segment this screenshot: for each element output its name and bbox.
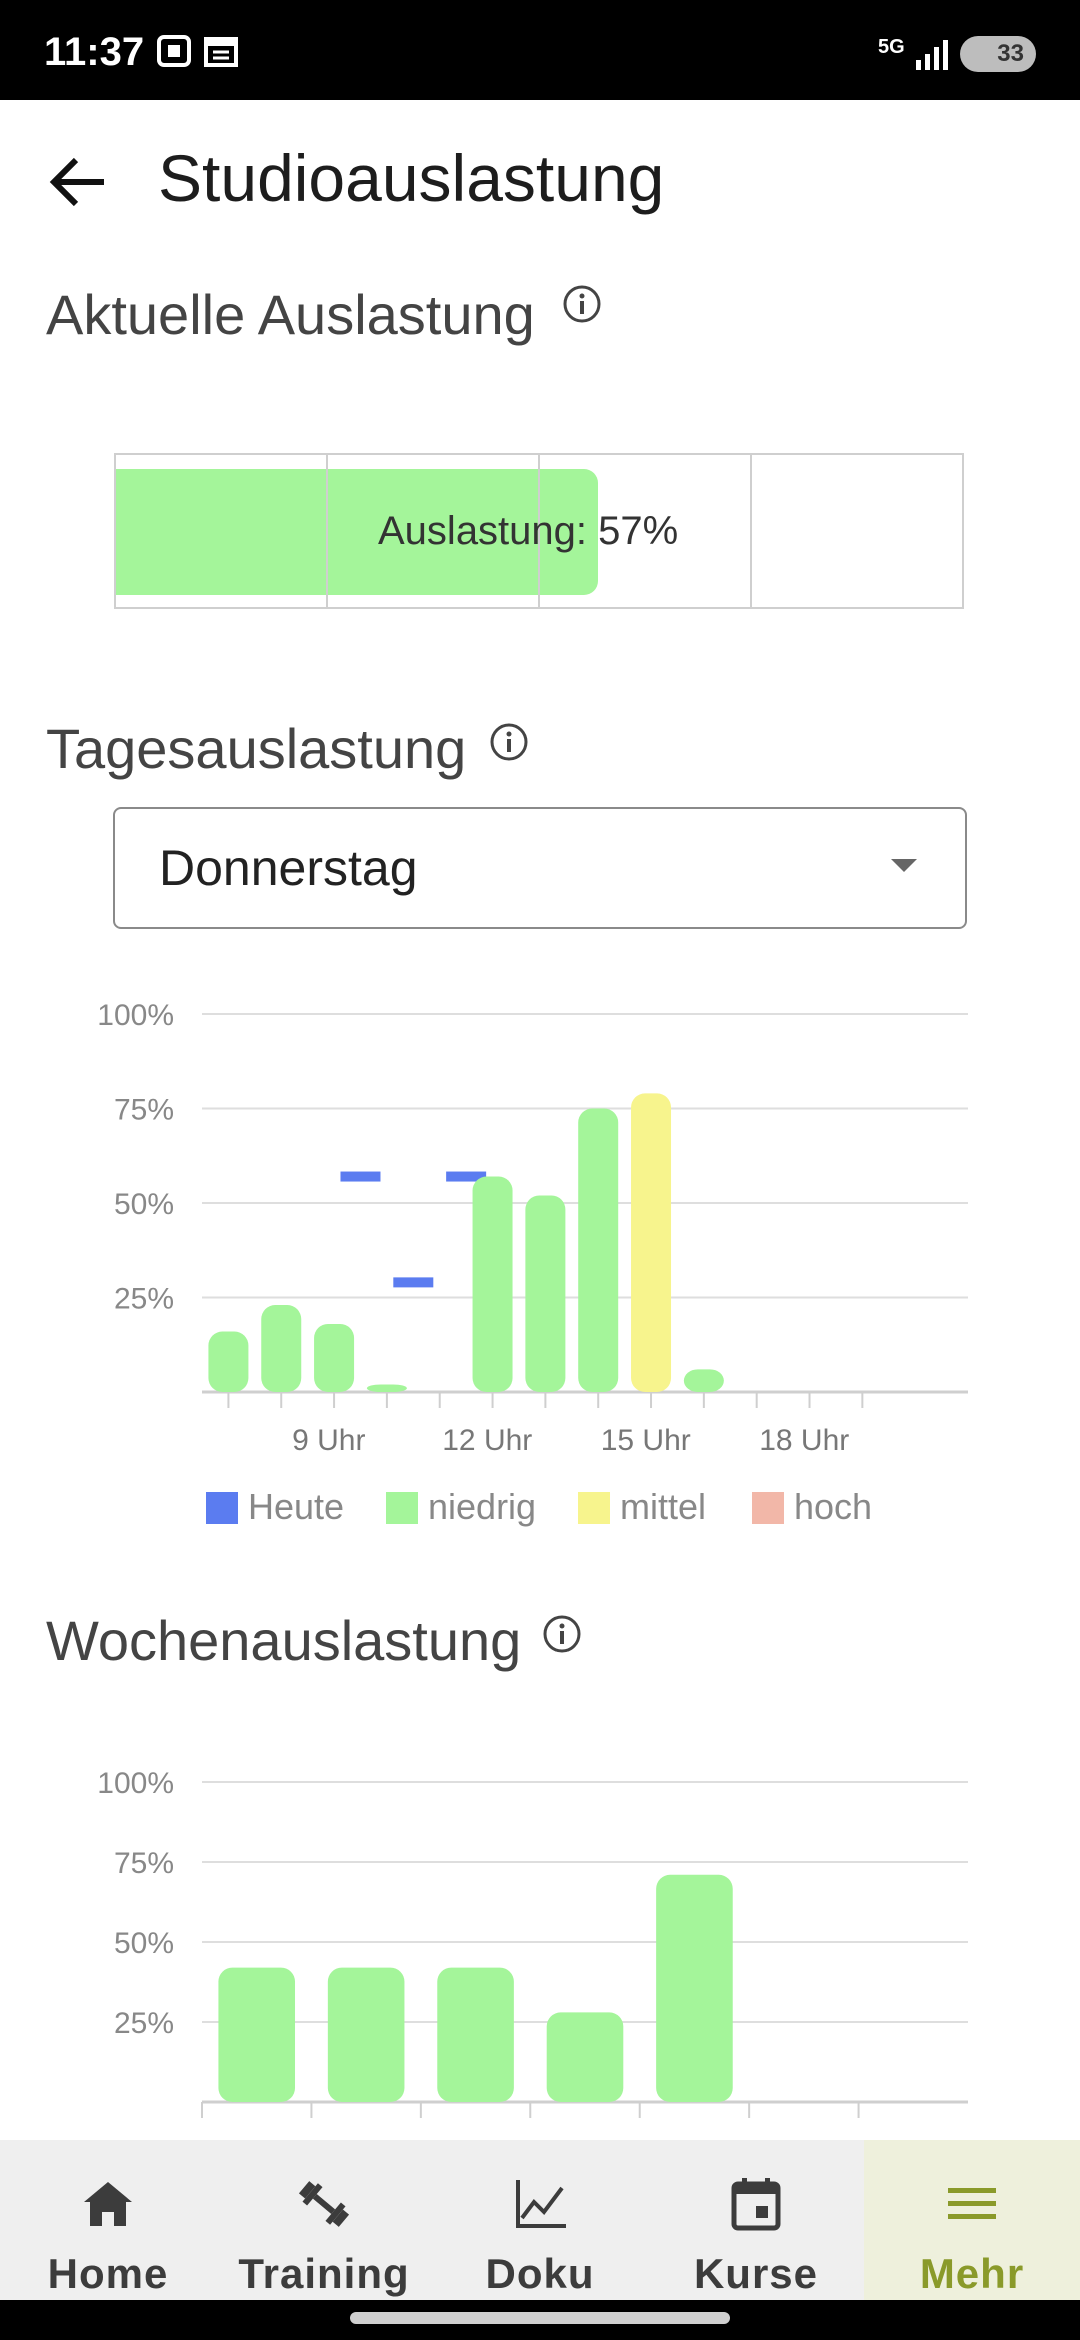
system-navigation-bar <box>0 2300 1080 2340</box>
legend-swatch <box>578 1492 610 1524</box>
weekly-bar <box>437 1967 514 2102</box>
legend-label: hoch <box>794 1486 872 1527</box>
y-tick-label: 75% <box>114 1094 174 1127</box>
daily-bar <box>366 1384 407 1392</box>
legend-swatch <box>386 1492 418 1524</box>
status-time: 11:37 <box>44 30 145 74</box>
x-tick-label: 9 Uhr <box>292 1424 365 1457</box>
dumbbell-icon <box>298 2181 350 2227</box>
menu-icon <box>948 2188 996 2219</box>
signal-icon <box>914 38 950 77</box>
weekly-occupancy-info-icon[interactable] <box>542 1614 582 1654</box>
weekly-bar <box>327 1967 405 2102</box>
nav-kurse[interactable]: Kurse <box>648 2140 864 2300</box>
occupancy-gridline <box>326 455 328 607</box>
dropdown-arrow-icon <box>891 859 917 872</box>
occupancy-gridline <box>750 455 752 607</box>
current-occupancy-title: Aktuelle Auslastung <box>46 283 535 346</box>
battery-icon: 33 <box>960 36 1036 72</box>
page-title: Studioauslastung <box>158 141 665 215</box>
legend-label: Heute <box>248 1486 344 1527</box>
daily-bar <box>261 1305 302 1392</box>
weekly-bar <box>218 1967 296 2102</box>
nav-home[interactable]: Home <box>0 2140 216 2300</box>
daily-bar <box>208 1331 249 1392</box>
day-select[interactable]: Donnerstag <box>113 807 967 929</box>
daily-bar <box>314 1323 355 1392</box>
nav-mehr[interactable]: Mehr <box>864 2140 1080 2300</box>
nav-doku[interactable]: Doku <box>432 2140 648 2300</box>
home-icon <box>84 2182 132 2226</box>
app-bar: Studioauslastung <box>0 100 1080 260</box>
arrow-left-icon <box>49 157 104 207</box>
daily-occupancy-chart: 100% 75% 50% 25% 9 Uhr 12 Uhr 15 Uhr 18 Uhr Heut… <box>97 999 968 1527</box>
y-tick-label: 50% <box>114 1188 174 1221</box>
nav-training[interactable]: Training <box>216 2140 432 2300</box>
weekly-occupancy-chart: 100% 75% 50% 25% <box>97 1767 968 2118</box>
legend-label: mittel <box>620 1486 706 1527</box>
x-tick-label: 12 Uhr <box>442 1424 532 1457</box>
legend-swatch <box>206 1492 238 1524</box>
y-tick-label: 50% <box>114 1927 174 1960</box>
daily-bar <box>578 1108 619 1392</box>
daily-bar <box>525 1195 566 1392</box>
daily-occupancy-info-icon[interactable] <box>489 722 529 762</box>
y-tick-label: 100% <box>97 1767 174 1800</box>
legend-swatch <box>752 1492 784 1524</box>
x-tick-label: 15 Uhr <box>601 1424 691 1457</box>
weekly-occupancy-title: Wochenauslastung <box>46 1609 522 1672</box>
calendar-icon <box>204 34 238 73</box>
y-tick-label: 25% <box>114 2007 174 2040</box>
bottom-navigation: Home Training Doku Kurse Mehr <box>0 2140 1080 2300</box>
back-button[interactable] <box>40 142 120 222</box>
daily-bar <box>683 1369 724 1392</box>
today-marker <box>393 1277 434 1288</box>
screenshot-icon <box>156 34 192 73</box>
legend-label: niedrig <box>428 1486 536 1527</box>
weekly-bar <box>656 1874 733 2102</box>
today-marker <box>340 1171 381 1182</box>
gesture-handle[interactable] <box>350 2312 730 2324</box>
calendar-event-icon <box>731 2178 781 2231</box>
network-5g-icon: 5G <box>878 36 905 58</box>
status-bar: 11:37 5G 33 <box>0 0 1080 100</box>
y-tick-label: 25% <box>114 1283 174 1316</box>
current-occupancy-label: Auslastung: 57% <box>378 509 679 553</box>
x-tick-label: 18 Uhr <box>759 1424 849 1457</box>
daily-bar <box>631 1093 672 1392</box>
line-chart-icon <box>516 2180 566 2228</box>
weekly-bar <box>546 2012 624 2102</box>
daily-bar <box>472 1176 513 1392</box>
day-select-value: Donnerstag <box>159 840 418 896</box>
y-tick-label: 75% <box>114 1847 174 1880</box>
current-occupancy-bar: Auslastung: 57% <box>114 453 964 609</box>
y-tick-label: 100% <box>97 999 174 1032</box>
current-occupancy-info-icon[interactable] <box>562 284 602 324</box>
daily-occupancy-title: Tagesauslastung <box>46 717 467 780</box>
